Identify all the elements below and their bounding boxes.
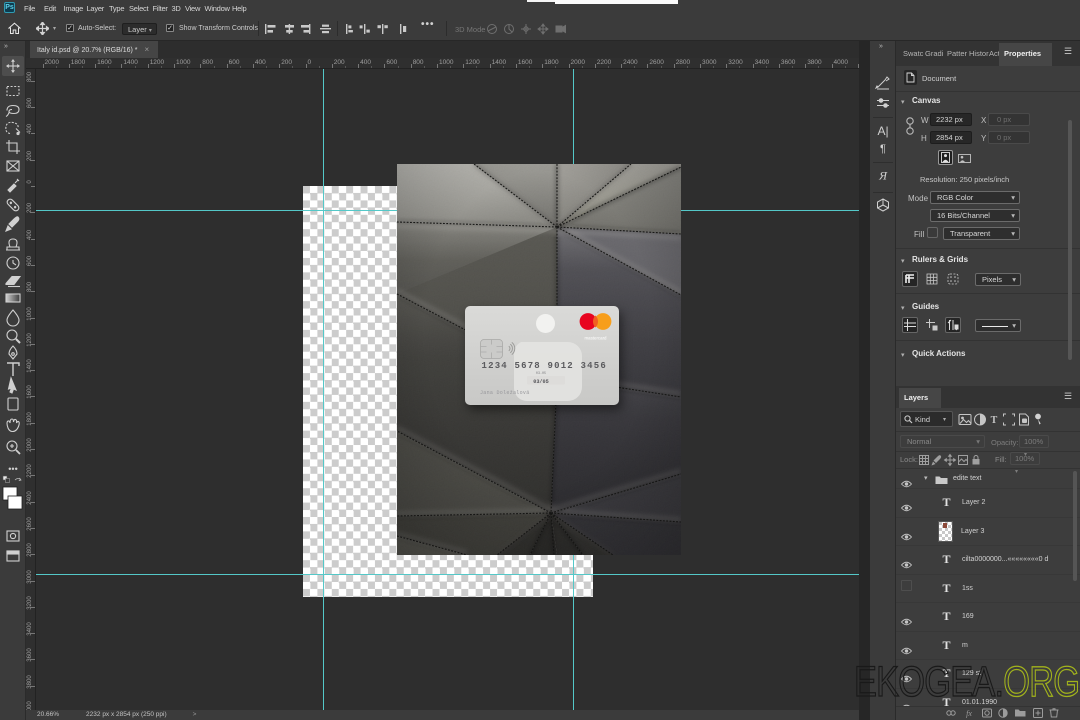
svg-text:Я: Я	[878, 169, 888, 183]
svg-text:Jana Doležalová: Jana Doležalová	[480, 390, 530, 396]
svg-text:•••: •••	[8, 464, 17, 474]
svg-text:03-05: 03-05	[536, 372, 546, 376]
svg-text:A|: A|	[877, 124, 888, 138]
svg-text:03/05: 03/05	[533, 379, 549, 385]
svg-text:fx: fx	[966, 709, 972, 718]
svg-text:¶: ¶	[880, 143, 886, 155]
svg-text:1234 5678 9012 3456: 1234 5678 9012 3456	[482, 361, 607, 371]
svg-text:mastercard: mastercard	[585, 336, 608, 341]
